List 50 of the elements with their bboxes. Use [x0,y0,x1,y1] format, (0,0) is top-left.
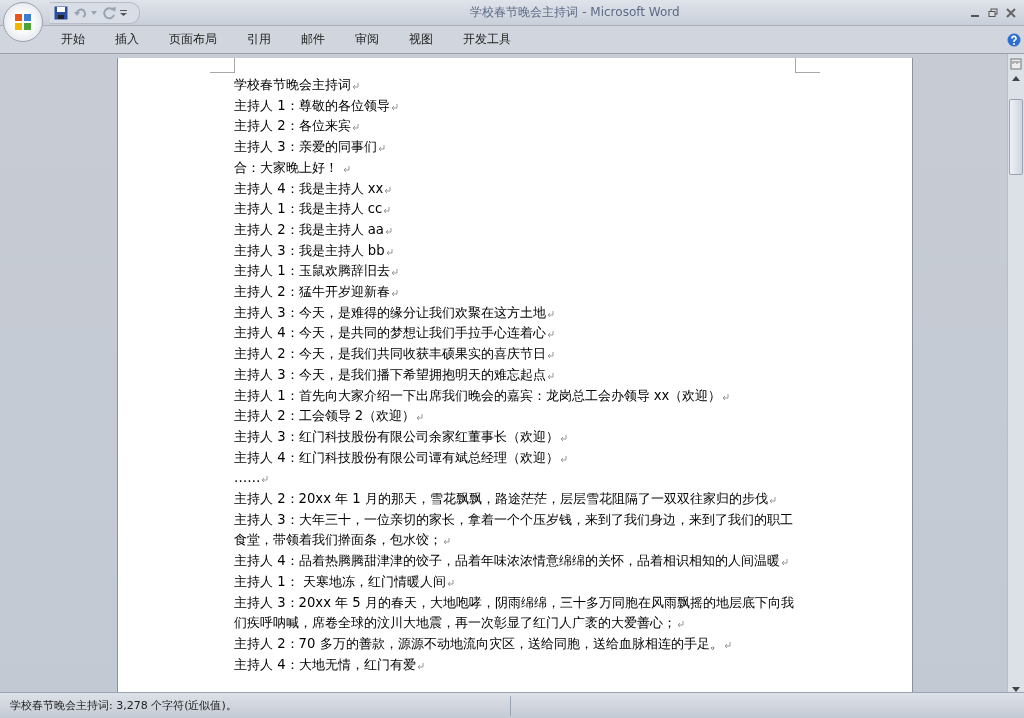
status-text: 学校春节晚会主持词: 3,278 个字符(近似值)。 [9,698,238,713]
paragraph-text: 主持人 1：首先向大家介绍一下出席我们晚会的嘉宾：龙岗总工会办领导 xx（欢迎） [234,387,722,403]
paragraph-text: 主持人 3：我是主持人 bb [234,242,385,258]
scrollbar[interactable] [1007,54,1024,692]
paragraph-text: 主持人 4：红门科技股份有限公司谭有斌总经理（欢迎） [234,449,559,465]
paragraph-text: 主持人 1：我是主持人 cc [234,201,383,217]
ribbon-tab[interactable]: 页面布局 [158,27,228,52]
paragraph-text: 合：大家晚上好！ [234,159,339,175]
scroll-thumb[interactable] [1009,99,1023,175]
save-icon[interactable] [54,5,68,20]
paragraph-text: 主持人 2：今天，是我们共同收获丰硕果实的喜庆节日 [234,346,546,362]
paragraph-text: 主持人 1：尊敬的各位领导 [234,97,390,113]
ribbon-tab[interactable]: 审阅 [344,27,390,52]
paragraph-text: 主持人 2：各位来宾 [234,118,351,134]
office-button[interactable] [3,2,43,42]
paragraph-text: 主持人 3：大年三十，一位亲切的家长，拿着一个个压岁钱，来到了我们身边，来到了我们的职工食堂，带领着我们擀面条，包水饺； [234,511,793,548]
paragraph-text: 主持人 4：我是主持人 xx [234,180,384,196]
scroll-up-icon[interactable] [1012,76,1020,81]
paragraph-text: 主持人 3：今天，是我们播下希望拥抱明天的难忘起点 [234,366,546,382]
help-icon[interactable] [1007,32,1021,47]
ribbon-tab[interactable]: 引用 [236,27,282,52]
office-logo-icon [13,12,33,32]
paragraph-text: 主持人 4：大地无情，红门有爱 [234,656,416,672]
paragraph-text: 主持人 2：工会领导 2（欢迎） [234,408,416,424]
close-icon[interactable] [1006,7,1016,18]
ribbon-tab[interactable]: 开发工具 [452,27,522,52]
paragraph-text: 主持人 1： 天寒地冻，红门情暖人间 [234,573,446,589]
paragraph-text: 主持人 2：70 多万的善款，源源不动地流向灾区，送给同胞，送给血脉相连的手足。 [234,636,723,651]
paragraph-text: 主持人 2：20xx 年 1 月的那天，雪花飘飘，路途茫茫，层层雪花阻隔了一双双往家归的步伐 [234,491,768,507]
paragraph-text: 主持人 4：品着热腾腾甜津津的饺子，品着年味浓浓情意绵绵的关怀，品着相识相知的人间温暖 [234,553,780,569]
paragraph-text: …… [234,470,261,486]
crop-mark [795,58,820,73]
ribbon-tab[interactable]: 邮件 [290,27,336,52]
window-title: 学校春节晚会主持词 - Microsoft Word [469,4,681,21]
paragraph-text: 主持人 3：今天，是难得的缘分让我们欢聚在这方土地 [234,304,546,320]
ruler-icon[interactable] [1010,58,1022,70]
customize-icon[interactable] [120,9,127,16]
paragraph-text: 主持人 4：今天，是共同的梦想让我们手拉手心连着心 [234,325,546,341]
paragraph-text: 主持人 3：红门科技股份有限公司余家红董事长（欢迎） [234,428,559,444]
crop-mark [210,58,235,73]
paragraph-text: 主持人 1：玉鼠欢腾辞旧去 [234,263,390,279]
restore-icon[interactable] [988,7,998,18]
paragraph-text: 主持人 2：猛牛开岁迎新春 [234,284,390,300]
ribbon-tab[interactable]: 插入 [104,27,150,52]
ribbon-tab[interactable]: 开始 [50,27,96,52]
paragraph-text: 主持人 3：亲爱的同事们 [234,139,377,155]
paragraph-text: 学校春节晚会主持词 [234,77,351,92]
ribbon-tab[interactable]: 视图 [398,27,444,52]
paragraph-text: 主持人 3：20xx 年 5 月的春天，大地咆哮，阴雨绵绵，三十多万同胞在风雨飘摇的地层底下向我们疾呼呐喊，席卷全球的汶川大地震，再一次彰显了红门人广袤的大爱善心； [234,594,794,631]
paragraph-text: 主持人 2：我是主持人 aa [234,221,384,237]
